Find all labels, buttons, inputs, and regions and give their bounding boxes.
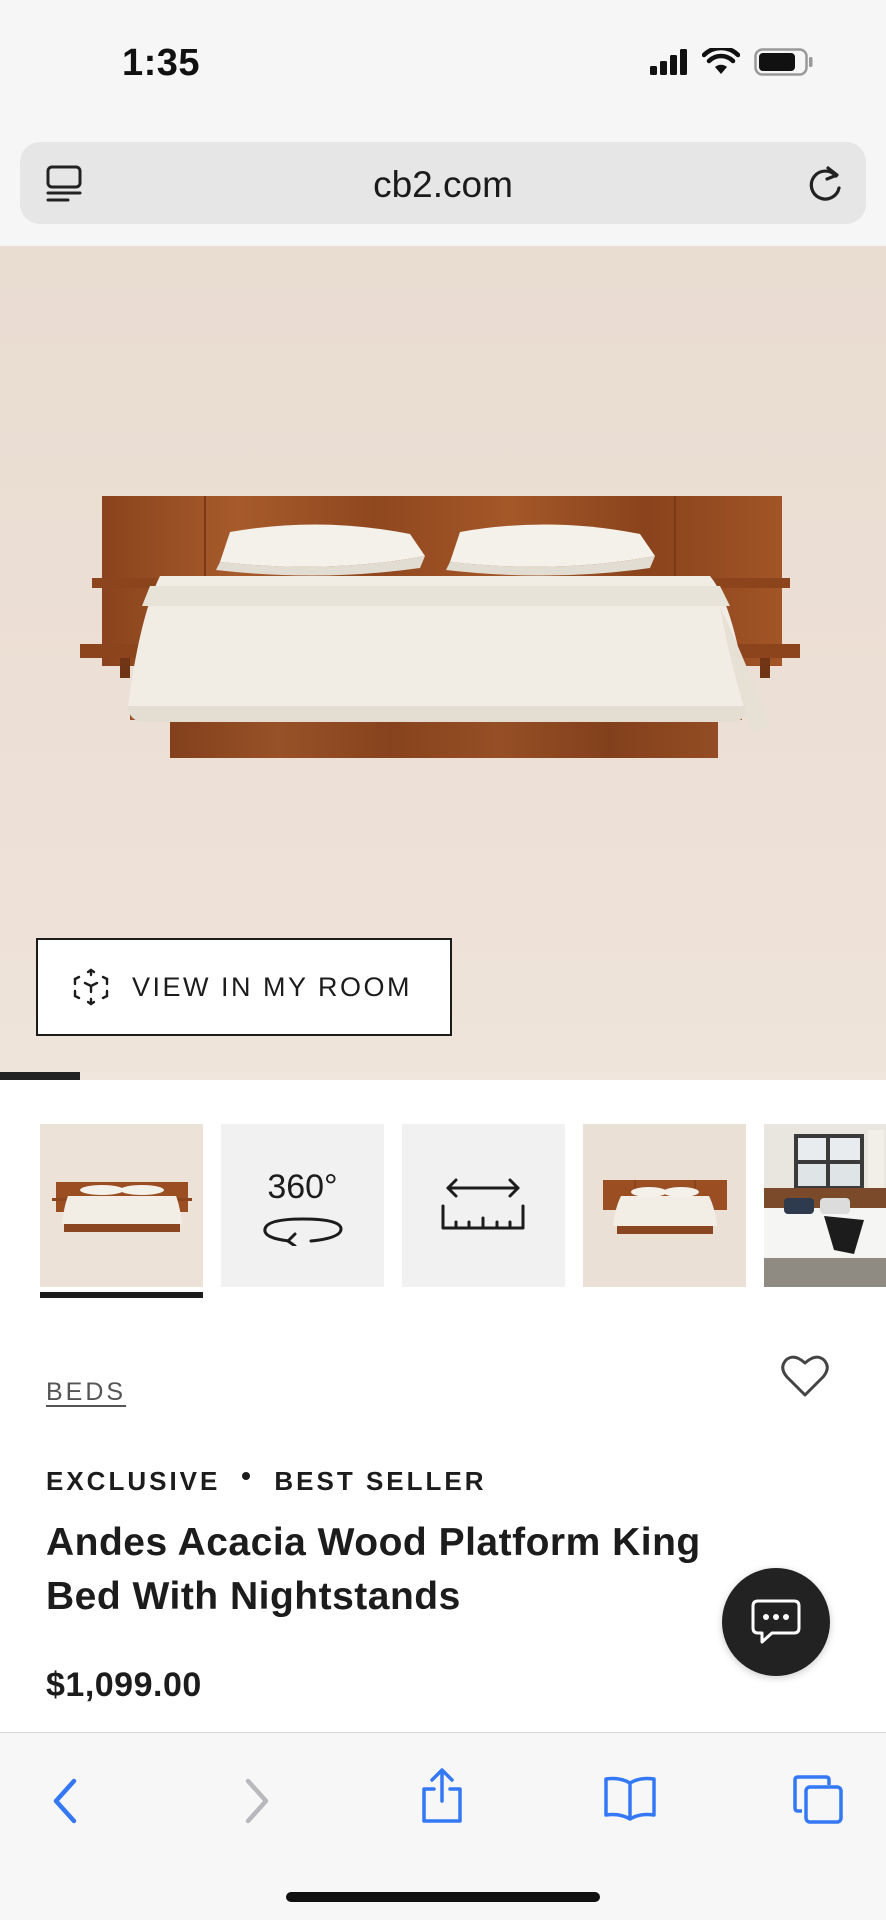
heart-icon[interactable] <box>781 1354 829 1403</box>
category-breadcrumb-link[interactable]: BEDS <box>46 1378 126 1407</box>
thumbnail-360-view[interactable]: 360° <box>221 1124 384 1287</box>
thumbnail-room-image <box>764 1124 886 1287</box>
status-time: 1:35 <box>122 42 201 84</box>
badge-exclusive: EXCLUSIVE <box>46 1466 221 1496</box>
view-in-my-room-label: VIEW IN MY ROOM <box>132 971 413 1002</box>
address-bar[interactable]: cb2.com <box>20 142 866 224</box>
badge-separator-dot <box>242 1471 251 1480</box>
battery-icon <box>754 48 814 81</box>
gallery-progress-track <box>0 1072 886 1080</box>
thumbnail-bed-front-2[interactable] <box>583 1124 746 1287</box>
ar-cube-icon <box>72 967 110 1007</box>
home-indicator <box>286 1892 600 1902</box>
reload-icon[interactable] <box>806 162 846 209</box>
view-in-my-room-button[interactable]: VIEW IN MY ROOM <box>36 938 452 1036</box>
thumbnail-bedroom-scene[interactable] <box>764 1124 886 1287</box>
thumbnail-bed-front[interactable] <box>40 1124 203 1287</box>
360-label: 360° <box>267 1168 338 1206</box>
ruler-icon <box>441 1178 525 1230</box>
thumbnail-strip: 360° <box>40 1124 886 1304</box>
cellular-signal-icon <box>650 49 688 80</box>
chat-bubble-icon <box>751 1599 801 1644</box>
product-badges: EXCLUSIVE BEST SELLER <box>46 1466 487 1497</box>
browser-address-area: cb2.com <box>0 130 886 246</box>
gallery-progress-fill <box>0 1072 80 1080</box>
forward-icon[interactable] <box>240 1773 274 1829</box>
thumbnail-dimensions[interactable] <box>402 1124 565 1287</box>
product-hero-image[interactable]: VIEW IN MY ROOM <box>0 246 886 1076</box>
badge-best-seller: BEST SELLER <box>274 1466 487 1496</box>
rotate-360-icon <box>263 1217 343 1246</box>
share-icon[interactable] <box>418 1767 466 1825</box>
back-icon[interactable] <box>48 1773 82 1829</box>
chat-button[interactable] <box>722 1568 830 1676</box>
thumbnail-bed-image <box>40 1124 203 1287</box>
wifi-icon <box>701 45 741 81</box>
tabs-icon[interactable] <box>792 1773 844 1825</box>
url-text[interactable]: cb2.com <box>20 164 866 206</box>
thumbnail-selected-indicator <box>40 1292 203 1298</box>
status-bar: 1:35 <box>0 0 886 130</box>
product-price: $1,099.00 <box>46 1666 202 1704</box>
status-icons <box>650 45 814 81</box>
bookmarks-icon[interactable] <box>602 1773 658 1823</box>
thumbnail-bed-image-2 <box>583 1124 746 1287</box>
product-title: Andes Acacia Wood Platform King Bed With… <box>46 1521 701 1618</box>
